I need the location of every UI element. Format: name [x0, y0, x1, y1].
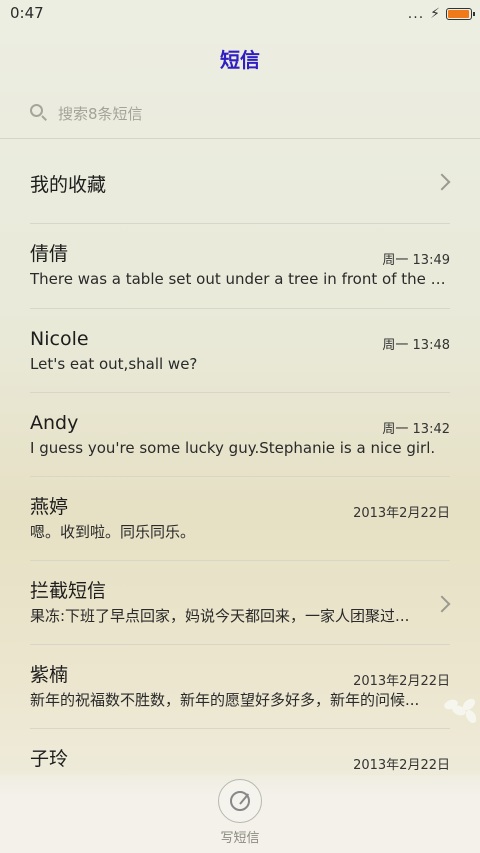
divider	[30, 644, 450, 645]
message-preview: Let's eat out,shall we?	[30, 355, 198, 373]
divider	[30, 476, 450, 477]
conversation-item[interactable]: Nicole 周一 13:48 Let's eat out,shall we?	[30, 327, 450, 379]
message-preview: 果冻:下班了早点回家，妈说今天都回来，一家人团聚过...	[30, 607, 410, 625]
search-icon	[30, 104, 48, 122]
chevron-right-icon	[433, 173, 451, 191]
divider	[30, 728, 450, 729]
battery-icon	[446, 8, 475, 20]
status-time: 0:47	[10, 4, 44, 22]
divider	[30, 560, 450, 561]
battery-fill	[448, 10, 469, 18]
message-preview: 新年的祝福数不胜数，新年的愿望好多好多，新年的问候...	[30, 691, 420, 709]
message-preview: 嗯。收到啦。同乐同乐。	[30, 523, 196, 541]
conversation-item[interactable]: 紫楠 2013年2月22日 新年的祝福数不胜数，新年的愿望好多好多，新年的问候.…	[30, 663, 450, 715]
divider	[30, 308, 450, 309]
message-time: 周一 13:49	[382, 253, 450, 268]
favorites-row[interactable]: 我的收藏	[30, 170, 451, 196]
flower-decoration	[440, 692, 480, 732]
search-placeholder: 搜索8条短信	[58, 104, 143, 123]
message-preview: There was a table set out under a tree i…	[30, 270, 446, 288]
divider	[30, 223, 450, 224]
page-title: 短信	[220, 48, 260, 72]
status-icons: ... ⚡	[407, 6, 475, 22]
message-time: 2013年2月22日	[353, 506, 450, 521]
message-time: 周一 13:42	[382, 422, 450, 437]
message-time: 周一 13:48	[382, 338, 450, 353]
compose-icon	[230, 791, 250, 811]
contact-name: 拦截短信	[30, 580, 107, 602]
search-input[interactable]: 搜索8条短信	[30, 100, 450, 126]
status-bar: 0:47 ... ⚡	[0, 0, 480, 28]
divider	[30, 392, 450, 393]
blocked-messages-item[interactable]: 拦截短信 果冻:下班了早点回家，妈说今天都回来，一家人团聚过...	[30, 579, 451, 631]
compose-button[interactable]	[218, 779, 262, 823]
divider	[0, 138, 480, 139]
conversation-item[interactable]: 燕婷 2013年2月22日 嗯。收到啦。同乐同乐。	[30, 495, 450, 547]
message-time: 2013年2月22日	[353, 674, 450, 689]
conversation-item[interactable]: 倩倩 周一 13:49 There was a table set out un…	[30, 242, 450, 294]
conversation-item[interactable]: Andy 周一 13:42 I guess you're some lucky …	[30, 411, 450, 463]
message-time: 2013年2月22日	[353, 758, 450, 773]
favorites-label: 我的收藏	[30, 174, 107, 196]
signal-dots-icon: ...	[407, 6, 425, 22]
message-preview: I guess you're some lucky guy.Stephanie …	[30, 439, 436, 457]
compose-label: 写短信	[220, 831, 260, 846]
charging-icon: ⚡	[430, 6, 440, 22]
conversation-item[interactable]: 子玲 2013年2月22日	[30, 747, 450, 777]
